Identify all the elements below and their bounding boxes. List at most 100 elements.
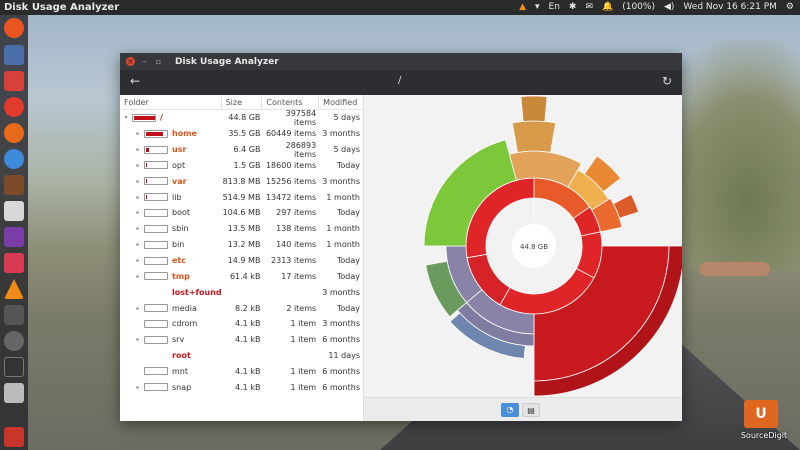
window-title: Disk Usage Analyzer (175, 56, 279, 67)
tree-row[interactable]: lost+found 3 months (120, 284, 363, 300)
expander-icon[interactable]: ▸ (134, 305, 142, 312)
desktop-folder-icon[interactable]: U (744, 400, 778, 428)
tree-row[interactable]: mnt 4.1 kB 1 item 6 months (120, 364, 363, 380)
tree-row[interactable]: ▸ srv 4.1 kB 1 item 6 months (120, 332, 363, 348)
folder-size: 13.2 MB (227, 240, 261, 250)
terminal-icon[interactable] (4, 357, 24, 377)
volume-icon[interactable]: ◀) (664, 0, 674, 15)
clock[interactable]: Wed Nov 16 6:21 PM (683, 0, 777, 15)
folder-size: 4.1 kB (235, 319, 261, 329)
refresh-icon[interactable]: ↻ (662, 74, 672, 88)
active-app-name[interactable]: Disk Usage Analyzer (0, 2, 119, 13)
folder-modified: Today (336, 160, 360, 170)
folder-contents: 140 items (276, 240, 317, 250)
column-modified[interactable]: Modified (319, 95, 363, 109)
folder-size: 61.4 kB (229, 271, 261, 281)
ubuntu-dash-icon[interactable] (4, 18, 24, 38)
usage-bar (144, 208, 168, 217)
tree-row[interactable]: ▸ var 813.8 MB 15256 items 3 months (120, 173, 363, 189)
tree-row[interactable]: ▸ tmp 61.4 kB 17 items Today (120, 268, 363, 284)
tree-row[interactable]: ▸ bin 13.2 MB 140 items 1 month (120, 237, 363, 253)
folder-modified: Today (336, 303, 360, 313)
tree-row[interactable]: root 11 days (120, 348, 363, 364)
tree-row[interactable]: ▸ opt 1.5 GB 18600 items Today (120, 158, 363, 174)
expander-icon[interactable]: ▸ (134, 130, 142, 137)
notification-icon[interactable]: 🔔 (602, 0, 613, 15)
usage-bar (144, 240, 168, 249)
folder-name: var (172, 176, 187, 186)
disk-icon[interactable] (4, 305, 24, 325)
folder-contents: 1 item (290, 319, 317, 329)
files-icon[interactable] (4, 45, 24, 65)
maximize-icon[interactable]: ▫ (154, 57, 163, 66)
column-folder[interactable]: Folder (120, 95, 222, 109)
tree-row[interactable]: cdrom 4.1 kB 1 item 3 months (120, 316, 363, 332)
folder-modified: 3 months (322, 319, 360, 329)
calendar-icon[interactable] (4, 201, 24, 221)
ring-chart[interactable]: 44.8 GB (364, 95, 685, 397)
expander-icon[interactable]: ▸ (134, 162, 142, 169)
column-contents[interactable]: Contents (262, 95, 320, 109)
expander-icon[interactable]: ▸ (134, 194, 142, 201)
tree-row[interactable]: ▸ usr 6.4 GB 286893 items 5 days (120, 141, 363, 159)
app-icon[interactable] (4, 71, 24, 91)
trash-icon[interactable] (4, 427, 24, 447)
treemap-chart-toggle[interactable]: ▤ (522, 403, 540, 417)
folder-name: lib (172, 192, 182, 202)
desktop-folder-label[interactable]: SourceDigit (736, 431, 792, 440)
bluetooth-icon[interactable]: ✱ (569, 0, 577, 15)
expander-icon[interactable]: ▾ (122, 114, 130, 121)
ring-segment[interactable] (520, 95, 548, 122)
tree-row[interactable]: ▸ boot 104.6 MB 297 items Today (120, 205, 363, 221)
tree-rows: ▾ / 44.8 GB 397584 items 5 days ▸ home 35.5 GB 6… (120, 109, 363, 395)
expander-icon[interactable]: ▸ (134, 225, 142, 232)
vlc-tray-icon[interactable]: ▲ (519, 0, 526, 15)
tree-row[interactable]: ▸ etc 14.9 MB 2313 items Today (120, 253, 363, 269)
keyboard-layout-indicator[interactable]: En (549, 0, 560, 15)
folder-name: snap (172, 382, 192, 392)
tree-row[interactable]: ▸ media 8.2 kB 2 items Today (120, 300, 363, 316)
ring-segment[interactable] (511, 120, 557, 153)
dice-icon[interactable] (4, 253, 24, 273)
expander-icon[interactable]: ▸ (134, 209, 142, 216)
tree-row[interactable]: ▸ snap 4.1 kB 1 item 6 months (120, 379, 363, 395)
expander-icon[interactable]: ▸ (134, 384, 142, 391)
tree-row[interactable]: ▸ home 35.5 GB 60449 items 3 months (120, 126, 363, 142)
folder-size: 1.5 GB (233, 160, 261, 170)
folder-size: 35.5 GB (228, 129, 261, 139)
expander-icon[interactable]: ▸ (134, 336, 142, 343)
chromium-icon[interactable] (4, 149, 24, 169)
back-arrow-icon[interactable]: ← (130, 74, 140, 88)
tree-row[interactable]: ▸ lib 514.9 MB 13472 items 1 month (120, 189, 363, 205)
mail-icon[interactable]: ✉ (585, 0, 593, 15)
expander-icon[interactable]: ▸ (134, 257, 142, 264)
folder-contents: 1 item (290, 335, 317, 345)
opera-icon[interactable] (4, 97, 24, 117)
expander-icon[interactable]: ▸ (134, 273, 142, 280)
folder-contents: 2 items (286, 303, 317, 313)
vlc-icon[interactable] (4, 279, 24, 299)
battery-indicator[interactable]: (100%) (622, 0, 655, 15)
folder-modified: 5 days (333, 145, 360, 155)
editor-icon[interactable] (4, 175, 24, 195)
minimize-icon[interactable]: – (140, 57, 149, 66)
wifi-icon[interactable]: ▾ (535, 0, 540, 15)
folder-name: / (160, 113, 163, 123)
folder-contents: 1 item (290, 382, 317, 392)
tree-row[interactable]: ▾ / 44.8 GB 397584 items 5 days (120, 109, 363, 127)
expander-icon[interactable]: ▸ (134, 146, 142, 153)
expander-icon[interactable]: ▸ (134, 241, 142, 248)
settings-gear-icon[interactable]: ⚙ (786, 0, 794, 15)
column-size[interactable]: Size (222, 95, 263, 109)
tree-row[interactable]: ▸ sbin 13.5 MB 138 items 1 month (120, 221, 363, 237)
ring-segment[interactable] (533, 245, 670, 382)
expander-icon[interactable]: ▸ (134, 178, 142, 185)
wallpaper-arm (700, 262, 770, 276)
close-icon[interactable]: × (126, 57, 135, 66)
disk-usage-icon[interactable] (4, 331, 24, 351)
software-icon[interactable] (4, 227, 24, 247)
rings-chart-toggle[interactable]: ◔ (501, 403, 519, 417)
drive-icon[interactable] (4, 383, 24, 403)
firefox-icon[interactable] (4, 123, 24, 143)
folder-size: 13.5 MB (227, 224, 261, 234)
